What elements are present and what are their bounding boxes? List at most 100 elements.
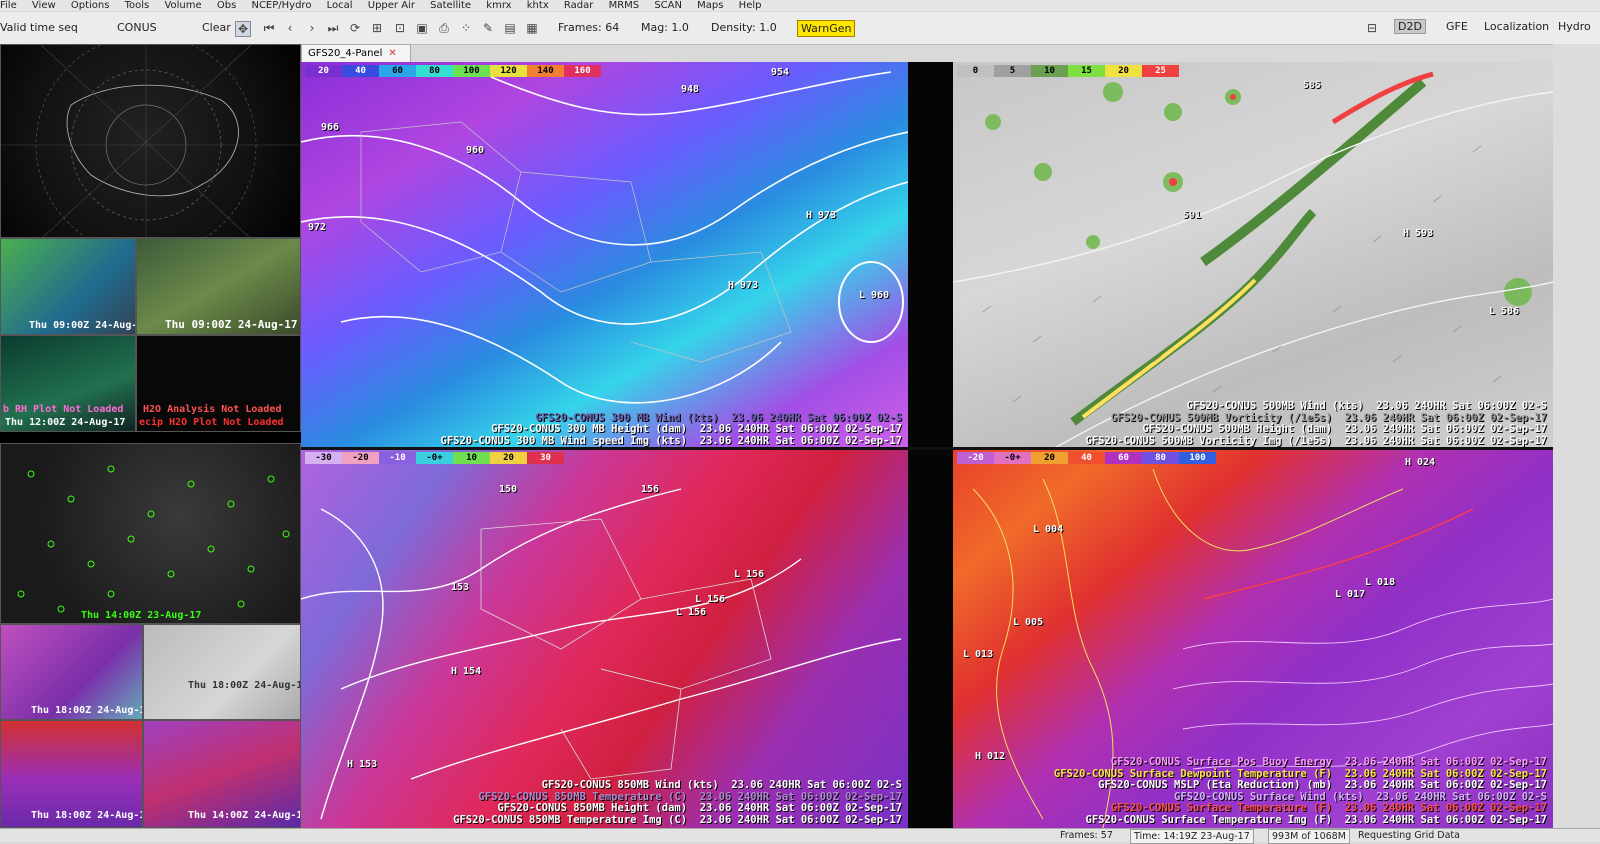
label-line-13-time: 23.06 240HR Sat 06:00Z 02-Sep-17 <box>1344 767 1547 780</box>
layout-icon[interactable]: ▤ <box>503 21 517 35</box>
perspective-d2d-label: D2D <box>1394 19 1426 34</box>
label-line-16-name: GFS20-CONUS Surface Temperature (F) <box>1110 802 1333 814</box>
thumbnail-5-time: Thu 14:00Z 23-Aug-17 <box>81 610 202 621</box>
label-line-11-name: GFS20-CONUS 850MB Temperature Img (C) <box>453 813 688 826</box>
baseline-icon[interactable]: ✎ <box>481 21 495 35</box>
perspective-hydro[interactable]: Hydro <box>1558 20 1591 33</box>
label-line-3: GFS20-CONUS 300 MB Wind speed Img (kts) … <box>441 435 903 448</box>
warngen-button[interactable]: WarnGen <box>797 20 856 37</box>
printer-icon[interactable]: ⎙ <box>437 21 451 35</box>
thumbnail-2[interactable]: Thu 09:00Z 24-Aug-17 <box>136 238 301 335</box>
status-time: Time: 14:19Z 23-Aug-17 <box>1130 829 1254 844</box>
perspective-d2d[interactable]: D2D <box>1394 19 1426 34</box>
contour-label-585: 585 <box>1303 80 1322 91</box>
perspective-gfe[interactable]: GFE <box>1446 20 1468 33</box>
select-icon[interactable]: ⊡ <box>393 21 407 35</box>
last-frame-icon[interactable]: ⏭ <box>326 21 340 35</box>
open-perspective-icon[interactable]: ⊟ <box>1365 21 1379 35</box>
panel-300mb-wind[interactable]: 20 40 60 80 100 120 140 160 966 960 972 … <box>301 62 908 449</box>
thumbnail-8-time: Thu 18:00Z 24-Aug-17 <box>31 810 143 821</box>
legend-lines-500mb: GFS20-CONUS 500MB Wind (kts) 23.06 240HR… <box>1086 400 1548 447</box>
label-line-2-name: GFS20-CONUS 300 MB Height (dam) <box>491 423 688 435</box>
mag-dropdown[interactable]: Mag: 1.0 <box>641 21 689 34</box>
prev-frame-icon[interactable]: ‹ <box>283 21 297 35</box>
label-line-16-time: 23.06 240HR Sat 06:00Z 02-Sep-17 <box>1344 802 1547 814</box>
thumbnail-8[interactable]: Thu 18:00Z 24-Aug-17 <box>0 720 143 828</box>
points-icon[interactable]: ⁘ <box>459 21 473 35</box>
menu-mrms[interactable]: MRMS <box>609 0 640 11</box>
menu-kmrx[interactable]: kmrx <box>486 0 511 11</box>
thumbnail-6[interactable]: Thu 18:00Z 24-Aug-17 <box>0 624 143 720</box>
pan-icon[interactable]: ✥ <box>235 21 251 37</box>
thumbnail-2-time: Thu 09:00Z 24-Aug-17 <box>165 318 298 331</box>
menu-khtx[interactable]: khtx <box>527 0 549 11</box>
perspective-localization[interactable]: Localization <box>1484 20 1549 33</box>
panel-850mb-temperature[interactable]: -30 -20 -10 -0+ 10 20 30 150 153 156 L 1… <box>301 449 908 828</box>
label-line-9-time: 23.06 240HR Sat 06:00Z 02-Sep-17 <box>699 790 902 803</box>
menu-maps[interactable]: Maps <box>697 0 723 11</box>
label-line-8-time: 23.06 240HR Sat 06:00Z 02-S <box>731 779 902 791</box>
close-icon[interactable]: ✕ <box>388 48 396 59</box>
frames-dropdown[interactable]: Frames: 64 <box>558 21 619 34</box>
thumbnail-1[interactable]: Thu 09:00Z 24-Aug-17 <box>0 238 136 335</box>
menu-obs[interactable]: Obs <box>217 0 236 11</box>
thumbnail-5-surface-obs[interactable]: Thu 14:00Z 23-Aug-17 <box>0 443 301 624</box>
label-line-5-time: 23.06 240HR Sat 06:00Z 02-Sep-17 <box>1344 411 1547 424</box>
loop-icon[interactable]: ⟳ <box>348 21 362 35</box>
menu-satellite[interactable]: Satellite <box>430 0 471 11</box>
menu-local[interactable]: Local <box>327 0 353 11</box>
tab-label: GFS20_4-Panel <box>308 48 383 59</box>
menu-radar[interactable]: Radar <box>564 0 593 11</box>
label-line-6-time: 23.06 240HR Sat 06:00Z 02-Sep-17 <box>1344 423 1547 435</box>
zoom-icon[interactable]: ⊞ <box>370 21 384 35</box>
surface-obs-graphic <box>17 465 290 613</box>
thumbnail-panel: Thu 09:00Z 24-Aug-17 Thu 09:00Z 24-Aug-1… <box>0 44 301 828</box>
menu-options[interactable]: Options <box>71 0 110 11</box>
menu-volume[interactable]: Volume <box>164 0 201 11</box>
thumbnail-3[interactable]: b RH Plot Not Loaded Thu 12:00Z 24-Aug-1… <box>0 335 136 432</box>
menu-bar: File View Options Tools Volume Obs NCEP/… <box>0 0 1600 11</box>
menu-scan[interactable]: SCAN <box>654 0 682 11</box>
right-margin <box>1553 44 1600 828</box>
menu-file[interactable]: File <box>0 0 17 11</box>
panel-icon[interactable]: ▦ <box>525 21 539 35</box>
clear-button[interactable]: Clear <box>202 21 231 34</box>
print-icon[interactable]: ▣ <box>415 21 429 35</box>
low-center-005: L 005 <box>1013 617 1044 628</box>
density-dropdown[interactable]: Density: 1.0 <box>711 21 777 34</box>
high-center-2: H 973 <box>728 280 759 291</box>
menu-tools[interactable]: Tools <box>125 0 150 11</box>
thumbnail-4-msg2: ecip H2O Plot Not Loaded <box>139 417 284 428</box>
label-line-4-time: 23.06 240HR Sat 06:00Z 02-S <box>1376 400 1547 412</box>
high-center-012: H 012 <box>975 751 1006 762</box>
first-frame-icon[interactable]: ⏮ <box>262 21 276 35</box>
panel-500mb-vorticity[interactable]: 0 5 10 15 20 25 H 593 591 585 L 586 GFS2… <box>953 62 1553 449</box>
thumbnail-north-america[interactable] <box>0 44 301 238</box>
next-frame-icon[interactable]: › <box>305 21 319 35</box>
low-center-1: L 960 <box>859 290 890 301</box>
label-line-10-time: 23.06 240HR Sat 06:00Z 02-Sep-17 <box>699 802 902 814</box>
scale-dropdown[interactable]: CONUS <box>117 21 157 34</box>
contour-label-156: 156 <box>641 484 660 495</box>
high-center-153: H 153 <box>347 759 378 770</box>
label-line-14-time: 23.06 240HR Sat 06:00Z 02-Sep-17 <box>1344 779 1547 791</box>
tab-gfs20-4-panel[interactable]: GFS20_4-Panel ✕ <box>301 44 411 62</box>
menu-help[interactable]: Help <box>739 0 762 11</box>
thumbnail-7[interactable]: Thu 18:00Z 24-Aug-17 <box>143 624 301 720</box>
low-center-017: L 017 <box>1335 589 1366 600</box>
time-mode-dropdown[interactable]: Valid time seq <box>0 21 78 34</box>
thumbnail-3-time: Thu 12:00Z 24-Aug-17 <box>5 417 126 428</box>
menu-upper-air[interactable]: Upper Air <box>368 0 415 11</box>
thumbnail-1-time: Thu 09:00Z 24-Aug-17 <box>29 320 135 331</box>
label-line-12-time: 23.06 240HR Sat 06:00Z 02-Sep-17 <box>1344 756 1547 768</box>
menu-view[interactable]: View <box>32 0 56 11</box>
contour-label-1: 966 <box>321 122 340 133</box>
label-line-17-time: 23.06 240HR Sat 06:00Z 02-Sep-17 <box>1344 813 1547 826</box>
thumbnail-9[interactable]: Thu 14:00Z 24-Aug-17 <box>143 720 301 828</box>
panel-surface-analysis[interactable]: -20 -0+ 20 40 60 80 100 H 024 L 004 L 00… <box>953 449 1553 828</box>
menu-ncep-hydro[interactable]: NCEP/Hydro <box>251 0 311 11</box>
thumbnail-4[interactable]: H2O Analysis Not Loaded ecip H2O Plot No… <box>136 335 301 432</box>
status-message: Requesting Grid Data <box>1358 830 1460 841</box>
label-line-12-name: GFS20-CONUS Surface Pos Buoy Energy <box>1110 756 1333 768</box>
thumbnail-3-msg: b RH Plot Not Loaded <box>3 404 124 415</box>
